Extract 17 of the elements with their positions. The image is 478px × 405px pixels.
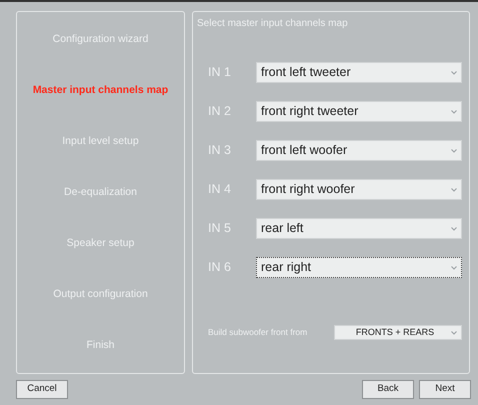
channel-dropdown[interactable]: front right woofer bbox=[256, 179, 462, 200]
caret-icon bbox=[451, 330, 457, 334]
subwoofer-dropdown[interactable]: FRONTS + REARS bbox=[334, 325, 462, 340]
caret-icon bbox=[451, 226, 457, 230]
channel-dropdown[interactable]: front left tweeter bbox=[256, 62, 462, 83]
caret-icon bbox=[451, 70, 457, 74]
channel-dropdown[interactable]: rear left bbox=[256, 218, 462, 239]
channel-dropdown[interactable]: rear right bbox=[256, 257, 462, 278]
caret-icon bbox=[451, 110, 457, 114]
back-button[interactable]: Back bbox=[362, 380, 414, 399]
caret-icon bbox=[451, 188, 457, 192]
next-button[interactable]: Next bbox=[419, 380, 471, 399]
caret-icon bbox=[451, 266, 457, 270]
channel-dropdown[interactable]: front right tweeter bbox=[256, 101, 462, 122]
channel-dropdown[interactable]: front left woofer bbox=[256, 140, 462, 161]
cancel-button[interactable]: Cancel bbox=[16, 380, 68, 399]
caret-icon bbox=[451, 148, 457, 152]
